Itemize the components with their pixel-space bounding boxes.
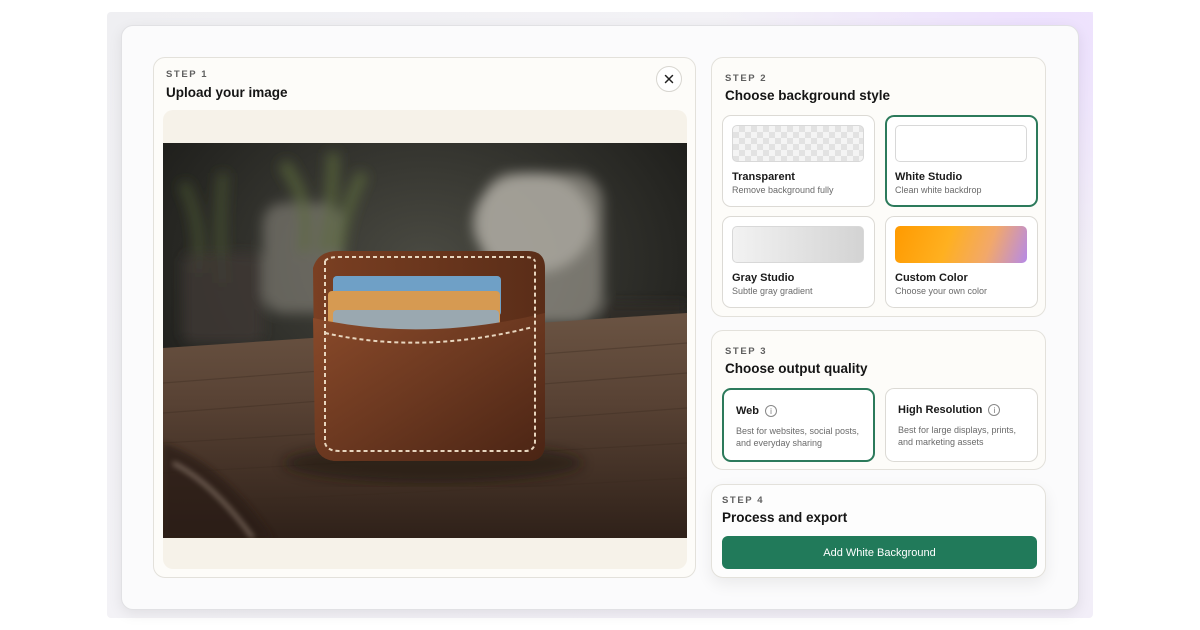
process-export-panel: STEP 4 Process and export Add White Back… [711,484,1046,578]
quality-web[interactable]: Web i Best for websites, social posts, a… [722,388,875,462]
quality-high-res-label: High Resolution [898,404,983,416]
image-preview-area[interactable] [163,110,687,569]
option-title: White Studio [895,171,963,183]
option-transparent[interactable]: Transparent Remove background fully [722,115,875,207]
add-white-background-button[interactable]: Add White Background [722,536,1037,569]
option-title: Transparent [732,171,795,183]
option-subtitle: Subtle gray gradient [732,286,813,296]
option-subtitle: Clean white backdrop [895,185,982,195]
wallet-photo-illustration [163,143,687,538]
step-2-label: STEP 2 [725,73,768,84]
option-title: Custom Color [895,272,968,284]
custom-color-swatch [895,226,1027,263]
quality-title: High Resolution i [898,404,1001,416]
quality-description: Best for websites, social posts, and eve… [736,426,860,448]
quality-high-resolution[interactable]: High Resolution i Best for large display… [885,388,1038,462]
step-4-title: Process and export [722,510,848,525]
upload-panel: STEP 1 Upload your image [153,57,696,578]
step-1-label: STEP 1 [166,69,209,80]
close-button[interactable] [656,66,682,92]
background-style-panel: STEP 2 Choose background style Transpare… [711,57,1046,317]
gray-swatch [732,226,864,263]
close-icon [664,74,674,84]
info-icon[interactable]: i [988,404,1001,416]
output-quality-panel: STEP 3 Choose output quality Web i Best … [711,330,1046,470]
quality-title: Web i [736,405,778,417]
quality-web-label: Web [736,405,760,417]
step-2-title: Choose background style [725,88,891,103]
option-subtitle: Choose your own color [895,286,988,296]
quality-description: Best for large displays, prints, and mar… [898,425,1017,447]
step-1-title: Upload your image [166,85,288,100]
step-3-title: Choose output quality [725,361,868,376]
option-custom-color[interactable]: Custom Color Choose your own color [885,216,1038,308]
info-icon[interactable]: i [765,405,778,417]
transparent-swatch [732,125,864,162]
white-swatch [895,125,1027,162]
step-3-label: STEP 3 [725,346,768,357]
option-white-studio[interactable]: White Studio Clean white backdrop [885,115,1038,207]
option-gray-studio[interactable]: Gray Studio Subtle gray gradient [722,216,875,308]
option-subtitle: Remove background fully [732,185,834,195]
step-4-label: STEP 4 [722,495,765,506]
option-title: Gray Studio [732,272,795,284]
uploaded-photo [163,143,687,538]
